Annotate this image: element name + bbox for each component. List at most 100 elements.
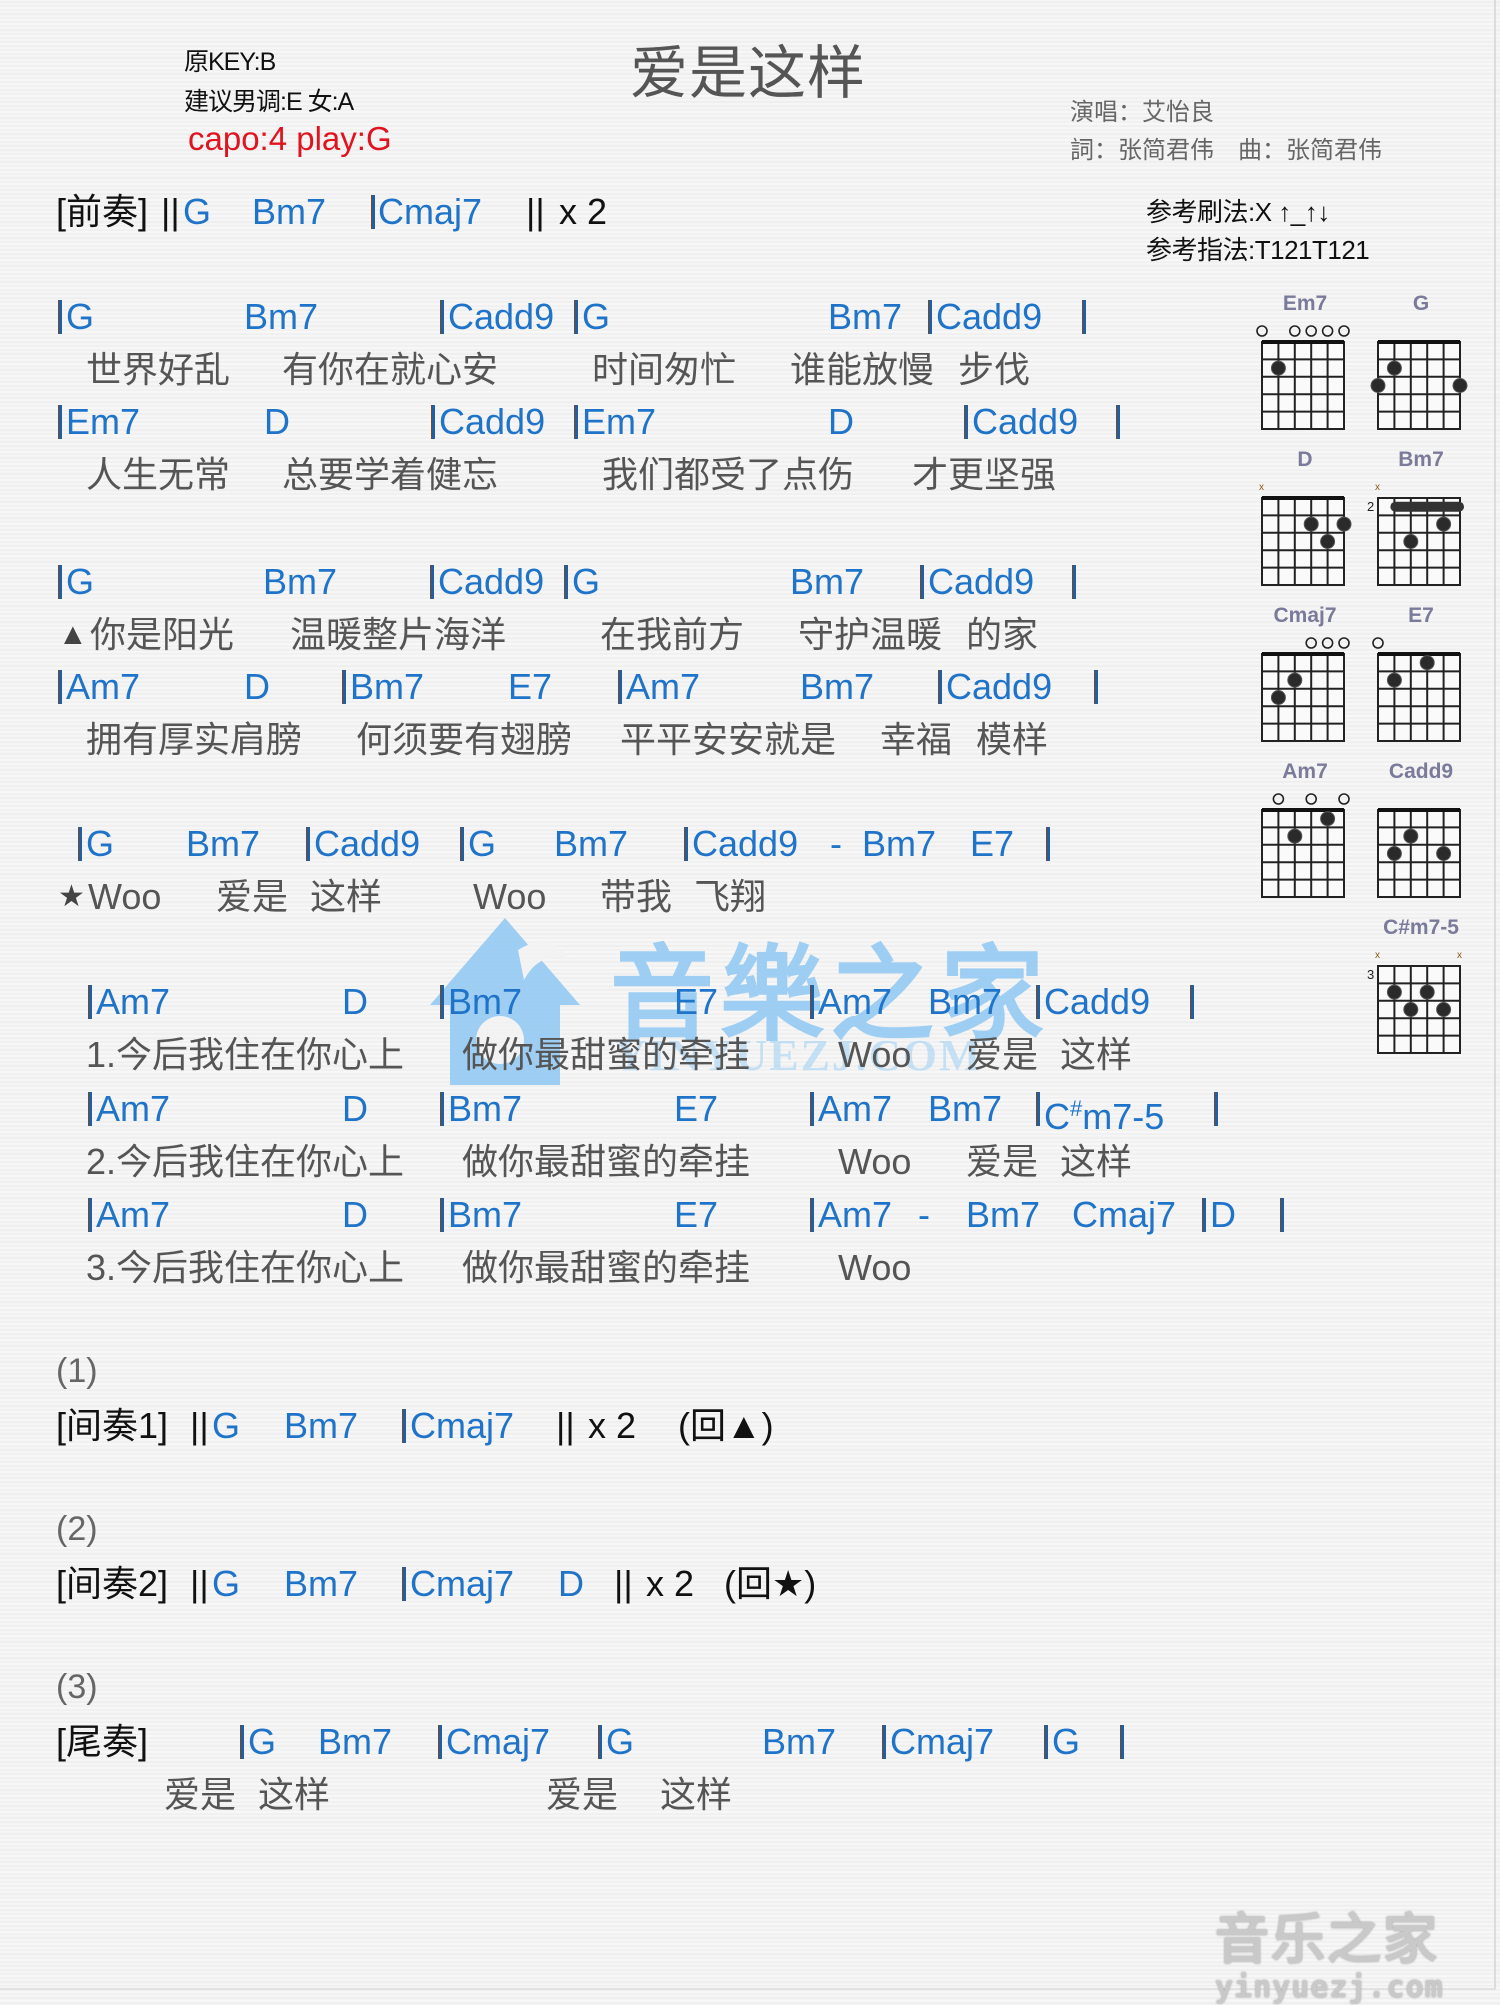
bar-line	[1094, 670, 1098, 704]
bar-line	[78, 827, 82, 861]
bar-line	[882, 1725, 886, 1759]
bar-line	[88, 985, 92, 1019]
bar-line	[58, 405, 62, 439]
finger-pattern: 参考指法:T121T121	[1146, 235, 1370, 265]
lyric: 这样	[310, 876, 383, 917]
page-border-right	[1494, 0, 1496, 1988]
finger-dot	[1336, 516, 1352, 532]
bar-line	[1190, 985, 1194, 1019]
nut	[1262, 808, 1344, 812]
chord: G	[66, 561, 95, 602]
bar-line	[88, 1092, 92, 1126]
chord: Cmaj7	[410, 1563, 515, 1604]
lyric: 的家	[966, 614, 1039, 655]
lyric: 做你最甜蜜的牵挂	[462, 1247, 751, 1288]
chord: Cadd9	[438, 561, 545, 602]
open-string-icon	[1305, 637, 1318, 649]
chord: Bm7	[448, 981, 523, 1022]
chord: Am7	[818, 1088, 893, 1129]
finger-dot	[1436, 846, 1452, 861]
bar-line	[964, 405, 968, 439]
open-string-icon	[1338, 325, 1350, 337]
prechorus-chord-line-1: G Bm7 Cadd9 G Bm7 Cadd9	[58, 560, 1158, 604]
chord: Am7	[626, 666, 701, 707]
bar-line	[684, 827, 688, 861]
chord: Am7	[96, 1194, 171, 1235]
lyric: Woo	[838, 1141, 912, 1182]
strum-pattern: 参考刷法:X ↑_↑↓	[1146, 197, 1330, 227]
chord: Bm7	[186, 823, 261, 864]
bar-line	[810, 1198, 814, 1232]
nut	[1262, 340, 1344, 344]
repeat-open: ||	[161, 191, 180, 232]
chord: Cmaj7	[410, 1405, 515, 1446]
chord: E7	[674, 1088, 719, 1129]
open-string-icon	[1321, 325, 1334, 337]
chord-diagram-cmaj7: Cmaj7	[1250, 604, 1360, 742]
lyric: 守护温暖	[798, 614, 943, 655]
ending1-chord-line: Am7 D Bm7 E7 Am7 Bm7 Cadd9	[88, 980, 1288, 1024]
chord-diagram-em7: Em7	[1250, 292, 1360, 430]
chord-dash: -	[830, 823, 842, 864]
bar-line	[810, 1092, 814, 1126]
ending2-chord-line: Am7 D Bm7 E7 Am7 Bm7 C#m7-5	[88, 1087, 1288, 1137]
chord: G	[248, 1721, 277, 1762]
lyric: 爱是	[164, 1774, 237, 1815]
chord: Cadd9	[1044, 981, 1151, 1022]
chord: Am7	[96, 981, 171, 1022]
bar-line	[1214, 1092, 1218, 1126]
chord-diagram-e7: E7	[1366, 604, 1476, 742]
lyric: 何须要有翅膀	[356, 719, 573, 760]
chord: Bm7	[263, 561, 338, 602]
bar-line	[810, 985, 814, 1019]
lyric: 温暖整片海洋	[290, 614, 507, 655]
lyric: 你是阳光	[90, 614, 235, 655]
finger-dot	[1287, 828, 1303, 844]
chord: C#m7-5	[1044, 1096, 1165, 1137]
lyric: 这样	[660, 1774, 733, 1815]
chord: Cadd9	[439, 401, 546, 442]
interlude2-line: [间奏2] || G Bm7 Cmaj7 D || x 2 (回★)	[56, 1562, 956, 1606]
finger-dot	[1303, 516, 1319, 532]
ending3-lyric-line: 3.今后我住在你心上 做你最甜蜜的牵挂 Woo	[86, 1246, 1286, 1290]
bar-line	[1072, 565, 1076, 599]
finger-dot	[1270, 690, 1286, 705]
bar-line	[1120, 1725, 1124, 1759]
chord: Bm7	[928, 981, 1003, 1022]
chord: Bm7	[828, 296, 903, 337]
fretboard-grid	[1261, 793, 1350, 898]
chord: D	[342, 1194, 368, 1235]
chord: Bm7	[284, 1405, 359, 1446]
chord: G	[468, 823, 497, 864]
chord: Cadd9	[448, 296, 555, 337]
chord: Am7	[818, 1194, 893, 1235]
intro-line: [前奏] || G Bm7 Cmaj7 || x 2	[56, 190, 756, 234]
fretboard-grid	[1377, 808, 1461, 898]
lyric: 谁能放慢	[790, 349, 935, 390]
finger-dot	[1436, 516, 1452, 532]
fretboard	[1377, 653, 1461, 742]
chord-diagram-g: G	[1366, 292, 1476, 430]
corner-logo: 音乐之家 yinyuezj.com	[1215, 1895, 1444, 2005]
outro-lyric-line: 爱是 这样 爱是 这样	[164, 1773, 1064, 1817]
chord: D	[558, 1563, 584, 1604]
chord: Am7	[96, 1088, 171, 1129]
open-string-icon	[1372, 637, 1384, 649]
chord: G	[606, 1721, 635, 1762]
bar-line	[371, 195, 375, 229]
bar-line	[1044, 1725, 1048, 1759]
chord: D	[244, 666, 270, 707]
lyric: 做你最甜蜜的牵挂	[462, 1034, 751, 1075]
finger-dot	[1270, 360, 1286, 376]
chord: Cadd9	[692, 823, 799, 864]
chord: Am7	[818, 981, 893, 1022]
lyric: 人生无常	[86, 454, 231, 495]
chord: Bm7	[350, 666, 425, 707]
repeat-open: ||	[190, 1405, 209, 1446]
ending2-lyric-line: 2.今后我住在你心上 做你最甜蜜的牵挂 Woo 爱是 这样	[86, 1140, 1286, 1184]
bar-line	[430, 565, 434, 599]
verse-lyric-line-1: 世界好乱 有你在就心安 时间匆忙 谁能放慢 步伐	[86, 348, 1186, 392]
repeat-close: ||	[556, 1405, 575, 1446]
fretboard-grid	[1372, 637, 1461, 742]
bar-line	[431, 405, 435, 439]
